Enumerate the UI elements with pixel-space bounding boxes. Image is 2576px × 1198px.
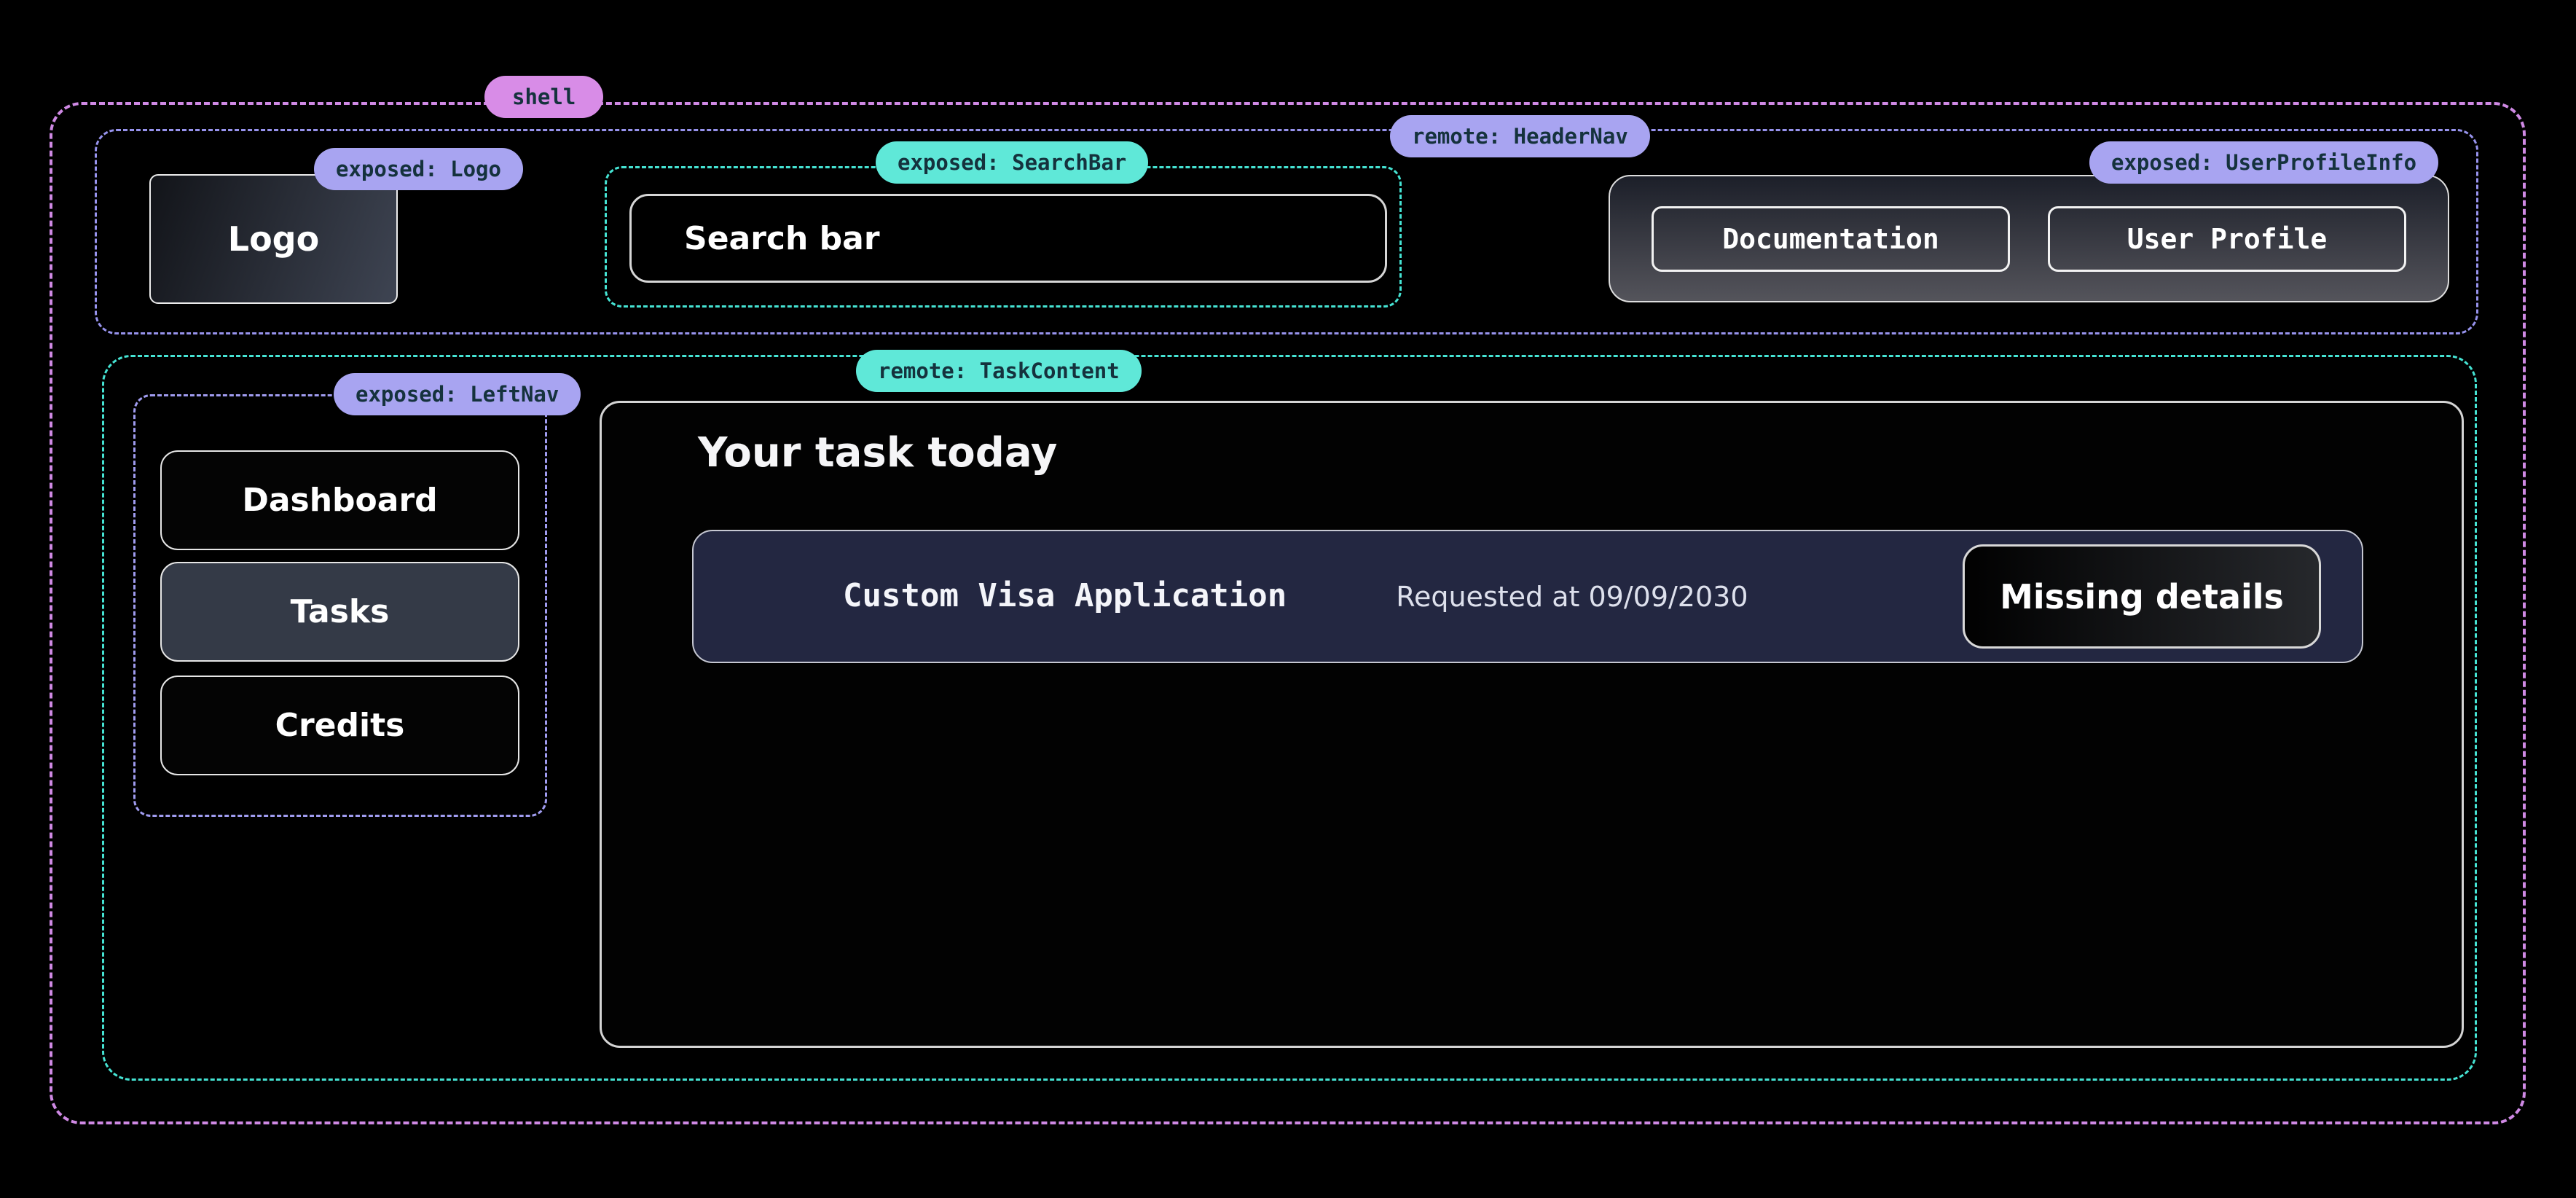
exposed-userprofileinfo-badge: exposed: UserProfileInfo xyxy=(2089,141,2438,184)
user-profile-button[interactable]: User Profile xyxy=(2048,206,2406,272)
page-title: Your task today xyxy=(698,429,1057,477)
search-label: Search bar xyxy=(684,220,880,257)
task-requested-date: Requested at 09/09/2030 xyxy=(1396,581,1748,613)
search-input[interactable]: Search bar xyxy=(629,194,1387,283)
remote-taskcontent-badge: remote: TaskContent xyxy=(856,350,1142,392)
missing-details-button[interactable]: Missing details xyxy=(1963,544,2321,649)
sidebar-item-credits[interactable]: Credits xyxy=(160,676,519,775)
exposed-logo-badge: exposed: Logo xyxy=(314,148,523,190)
documentation-button[interactable]: Documentation xyxy=(1652,206,2010,272)
shell-badge: shell xyxy=(484,76,603,118)
remote-headernav-badge: remote: HeaderNav xyxy=(1390,115,1650,157)
task-name: Custom Visa Application xyxy=(843,577,1287,616)
sidebar-item-dashboard[interactable]: Dashboard xyxy=(160,450,519,550)
header-nav: Documentation User Profile xyxy=(1609,175,2449,302)
sidebar-item-tasks[interactable]: Tasks xyxy=(160,562,519,662)
task-card: Custom Visa Application Requested at 09/… xyxy=(692,530,2363,663)
exposed-leftnav-badge: exposed: LeftNav xyxy=(334,373,581,415)
main-content-panel: Your task today Custom Visa Application … xyxy=(600,401,2464,1048)
exposed-searchbar-badge: exposed: SearchBar xyxy=(876,141,1148,184)
logo-label: Logo xyxy=(228,219,319,259)
logo[interactable]: Logo xyxy=(149,174,398,304)
